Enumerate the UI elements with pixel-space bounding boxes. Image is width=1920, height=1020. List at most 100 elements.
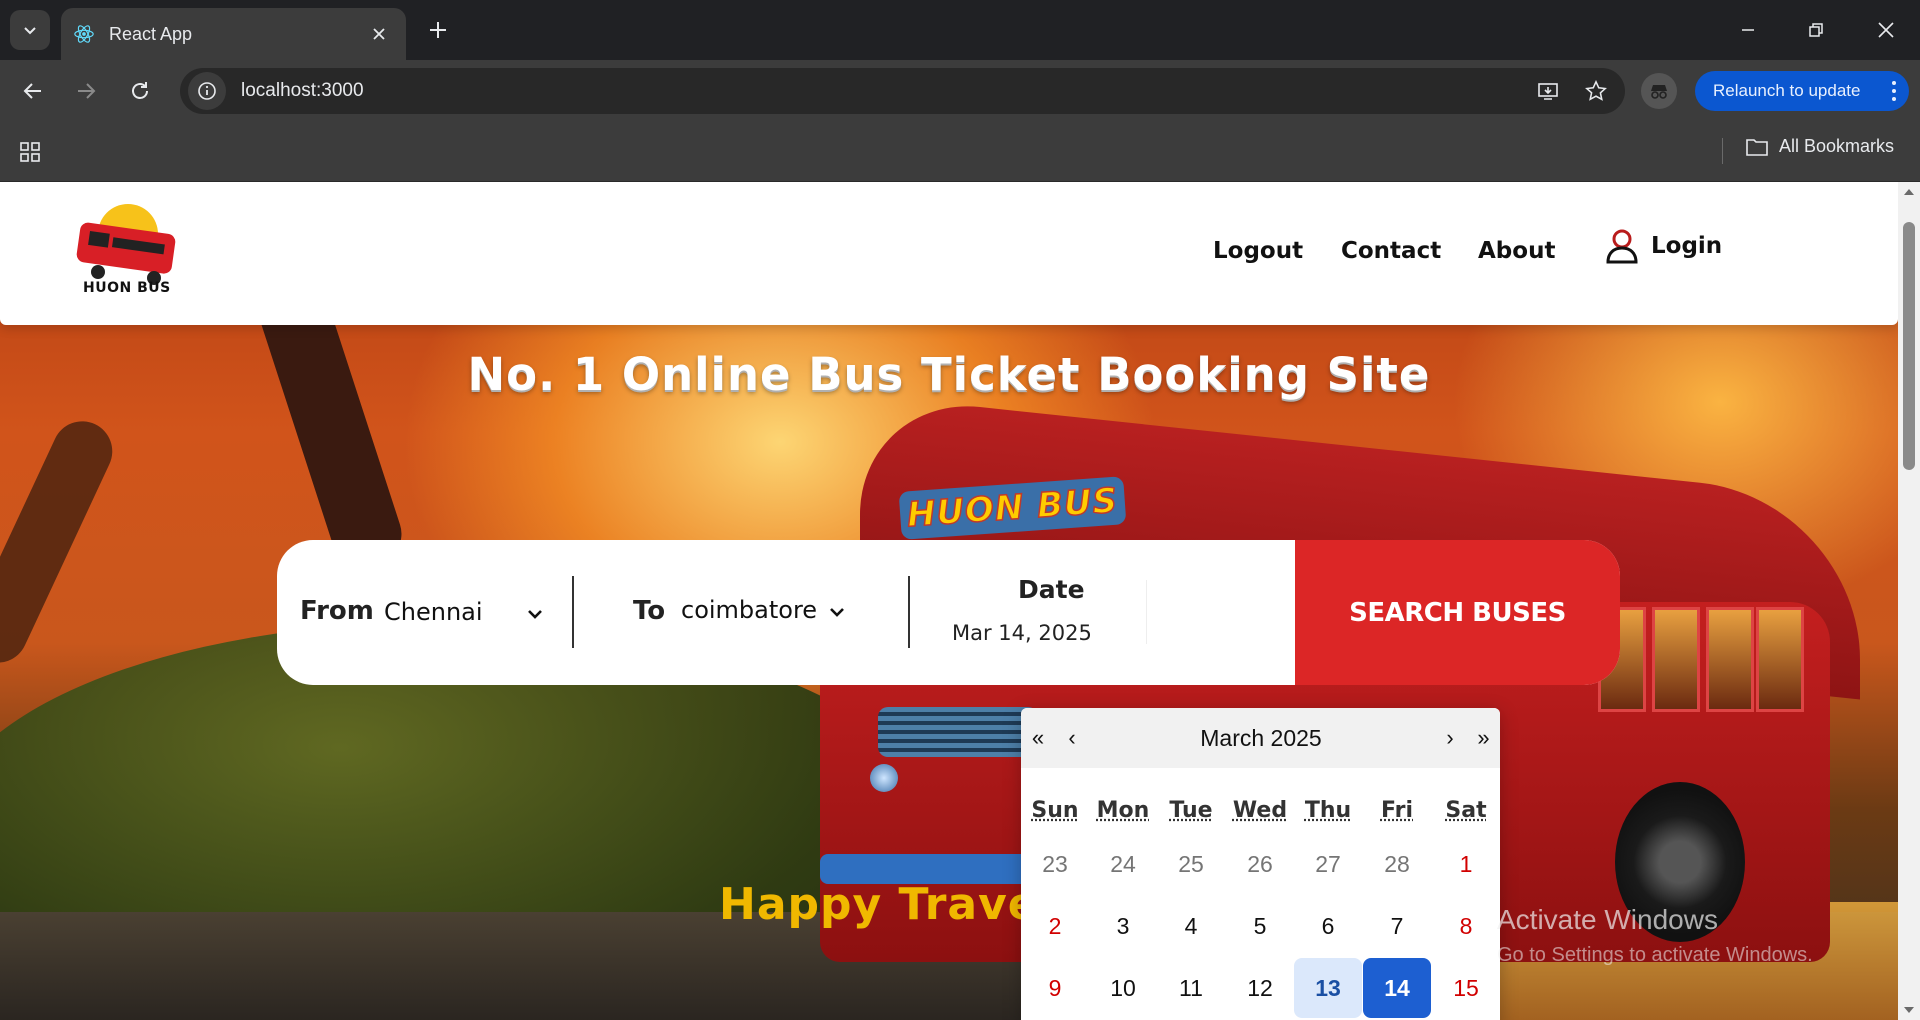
nav-contact-link[interactable]: Contact — [1341, 238, 1441, 264]
calendar-day[interactable]: 9 — [1021, 958, 1089, 1018]
address-bar[interactable]: localhost:3000 — [180, 68, 1625, 114]
apps-button[interactable] — [14, 136, 46, 168]
incognito-icon — [1651, 85, 1667, 99]
profile-avatar[interactable] — [1641, 73, 1677, 109]
bus-grille — [878, 707, 1038, 757]
reload-button[interactable] — [121, 72, 159, 110]
next-year-button[interactable]: » — [1467, 708, 1500, 768]
relaunch-button[interactable]: Relaunch to update — [1695, 71, 1909, 111]
restore-button[interactable] — [1788, 8, 1844, 52]
calendar-day[interactable]: 27 — [1294, 834, 1362, 894]
weekday-label: Tue — [1169, 798, 1213, 823]
calendar-day[interactable]: 6 — [1294, 896, 1362, 956]
calendar-day[interactable]: 2 — [1021, 896, 1089, 956]
browser-tab[interactable]: React App — [61, 8, 406, 60]
arrow-right-icon — [78, 83, 96, 99]
field-divider — [572, 576, 574, 648]
grid-icon — [20, 142, 40, 162]
nav-login-label: Login — [1651, 233, 1723, 259]
weekday-header: Sun Mon Tue Wed Thu Fri Sat — [1021, 798, 1500, 828]
bus-headlight — [870, 764, 898, 792]
new-tab-button[interactable] — [420, 12, 456, 48]
chevron-down-icon — [24, 27, 36, 35]
install-app-button[interactable] — [1529, 72, 1567, 110]
date-picker-calendar: « ‹ March 2025 › » Sun Mon Tue Wed Thu F… — [1021, 708, 1500, 1020]
tab-title: React App — [109, 23, 193, 44]
calendar-day[interactable]: 3 — [1089, 896, 1157, 956]
forward-button[interactable] — [67, 72, 105, 110]
prev-year-button[interactable]: « — [1021, 708, 1055, 768]
next-month-button[interactable]: › — [1433, 708, 1467, 768]
from-select[interactable]: Chennai — [384, 598, 483, 626]
calendar-day[interactable]: 1 — [1432, 834, 1500, 894]
calendar-day[interactable]: 15 — [1432, 958, 1500, 1018]
bus-window — [1706, 607, 1754, 712]
weekday-label: Sat — [1445, 798, 1487, 823]
calendar-day-today[interactable]: 13 — [1294, 958, 1362, 1018]
bookmarks-bar: All Bookmarks — [0, 122, 1920, 182]
scrollbar-thumb[interactable] — [1903, 222, 1915, 470]
logo-text: HUON BUS — [83, 280, 171, 296]
weekday-label: Sun — [1031, 798, 1079, 823]
plus-icon — [430, 22, 446, 38]
calendar-day[interactable]: 11 — [1157, 958, 1225, 1018]
calendar-day[interactable]: 24 — [1089, 834, 1157, 894]
nav-logout-link[interactable]: Logout — [1213, 238, 1303, 264]
scroll-up-icon[interactable] — [1903, 186, 1915, 198]
all-bookmarks-button[interactable]: All Bookmarks — [1745, 136, 1894, 157]
weekday-label: Thu — [1304, 798, 1352, 823]
calendar-day[interactable]: 26 — [1226, 834, 1294, 894]
star-icon — [1585, 80, 1607, 101]
more-vert-icon — [1892, 81, 1896, 101]
field-divider — [908, 576, 910, 648]
calendar-day[interactable]: 7 — [1363, 896, 1431, 956]
bus-window — [1652, 607, 1700, 712]
activate-windows-subtitle: Go to Settings to activate Windows. — [1497, 944, 1813, 966]
url-text[interactable]: localhost:3000 — [241, 80, 1529, 102]
install-icon — [1538, 83, 1558, 100]
scroll-down-icon[interactable] — [1903, 1004, 1915, 1016]
site-info-button[interactable] — [188, 72, 226, 110]
calendar-day[interactable]: 28 — [1363, 834, 1431, 894]
calendar-day[interactable]: 5 — [1226, 896, 1294, 956]
chevron-down-icon[interactable] — [827, 602, 847, 622]
close-window-button[interactable] — [1858, 8, 1914, 52]
close-icon — [1878, 22, 1894, 38]
tab-close-button[interactable] — [364, 19, 394, 49]
calendar-day[interactable]: 12 — [1226, 958, 1294, 1018]
tree-trunk — [0, 411, 123, 673]
relaunch-label: Relaunch to update — [1713, 81, 1861, 100]
tagline: Happy Travel — [719, 879, 1055, 930]
page-scrollbar[interactable] — [1898, 182, 1920, 1020]
prev-month-button[interactable]: ‹ — [1055, 708, 1089, 768]
calendar-day[interactable]: 8 — [1432, 896, 1500, 956]
search-buses-button[interactable]: SEARCH BUSES — [1295, 540, 1620, 685]
calendar-day-selected[interactable]: 14 — [1363, 958, 1431, 1018]
activate-windows-title: Activate Windows — [1497, 904, 1718, 935]
calendar-day[interactable]: 23 — [1021, 834, 1089, 894]
date-input[interactable]: Mar 14, 2025 — [952, 621, 1092, 645]
tab-search-button[interactable] — [10, 10, 50, 50]
bookmark-star-button[interactable] — [1577, 72, 1615, 110]
calendar-day[interactable]: 4 — [1157, 896, 1225, 956]
page-viewport: HUON BUS HUON BUS Logout Contact About L… — [0, 182, 1920, 1020]
date-label: Date — [1018, 575, 1085, 604]
arrow-left-icon — [23, 83, 41, 99]
hero-background: HUON BUS HUON BUS Logout Contact About L… — [0, 182, 1898, 1020]
field-divider — [1146, 580, 1147, 644]
all-bookmarks-label: All Bookmarks — [1779, 136, 1895, 156]
back-button[interactable] — [14, 72, 52, 110]
to-label: To — [633, 596, 666, 626]
weekday-label: Wed — [1232, 798, 1288, 823]
folder-icon — [1746, 138, 1768, 156]
nav-about-link[interactable]: About — [1478, 238, 1555, 264]
calendar-month-label[interactable]: March 2025 — [1089, 708, 1433, 768]
nav-login-link[interactable]: Login — [1605, 228, 1722, 264]
minimize-button[interactable] — [1720, 8, 1776, 52]
to-select[interactable]: coimbatore — [681, 596, 817, 624]
chevron-down-icon[interactable] — [525, 604, 545, 624]
calendar-day[interactable]: 10 — [1089, 958, 1157, 1018]
from-label: From — [300, 596, 374, 626]
calendar-day[interactable]: 25 — [1157, 834, 1225, 894]
react-icon — [74, 25, 94, 43]
